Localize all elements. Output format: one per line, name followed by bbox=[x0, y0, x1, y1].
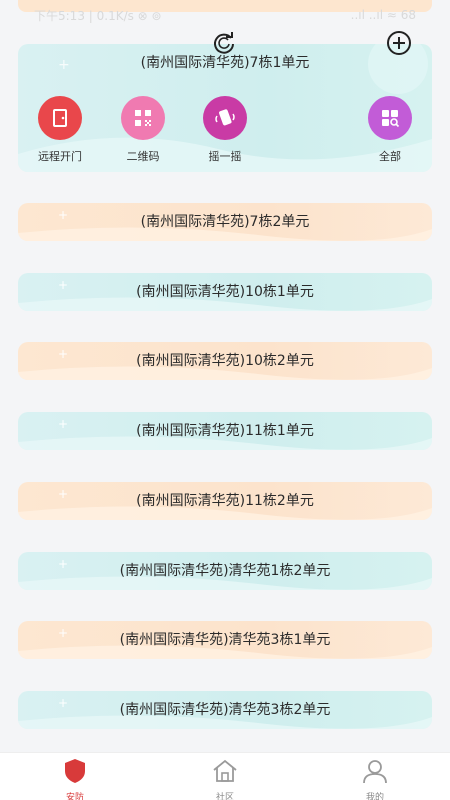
home-icon bbox=[213, 759, 237, 782]
unit-title: (南州国际清华苑)10栋1单元 bbox=[136, 284, 314, 300]
unit-title: (南州国际清华苑)清华苑3栋1单元 bbox=[119, 632, 331, 648]
unit-card[interactable]: + (南州国际清华苑)7栋2单元 bbox=[18, 203, 432, 241]
status-left: 下午5:13 | 0.1K/s ⊗ ⊚ bbox=[34, 8, 162, 23]
all-button[interactable]: 全部 bbox=[355, 96, 425, 164]
qrcode-icon bbox=[121, 96, 165, 140]
unit-card[interactable]: + (南州国际清华苑)11栋1单元 bbox=[18, 412, 432, 450]
unit-card[interactable]: + (南州国际清华苑)11栋2单元 bbox=[18, 482, 432, 520]
refresh-icon[interactable] bbox=[210, 29, 238, 57]
unit-card[interactable]: + (南州国际清华苑)清华苑3栋1单元 bbox=[18, 621, 432, 659]
quick-actions: 远程开门 二维码 摇一摇 全部 bbox=[18, 96, 432, 166]
tab-community[interactable]: 社区 bbox=[150, 753, 300, 800]
user-icon bbox=[363, 760, 387, 784]
unit-title: (南州国际清华苑)清华苑1栋2单元 bbox=[119, 563, 331, 579]
main-unit-card[interactable]: + (南州国际清华苑)7栋1单元 远程开门 二维码 摇一摇 全部 bbox=[18, 44, 432, 172]
shake-label: 摇一摇 bbox=[208, 150, 242, 163]
unit-card[interactable]: + (南州国际清华苑)10栋1单元 bbox=[18, 273, 432, 311]
status-bar: 下午5:13 | 0.1K/s ⊗ ⊚ ..ıl ..ıl ≈ 68 bbox=[0, 0, 450, 30]
all-label: 全部 bbox=[379, 150, 401, 163]
grid-icon bbox=[368, 96, 412, 140]
unit-title: (南州国际清华苑)11栋2单元 bbox=[136, 493, 314, 509]
unit-title: (南州国际清华苑)清华苑3栋2单元 bbox=[119, 702, 331, 718]
bottom-tab-bar: 安防 社区 我的 bbox=[0, 752, 450, 800]
unit-title: (南州国际清华苑)10栋2单元 bbox=[136, 353, 314, 369]
shake-icon bbox=[203, 96, 247, 140]
unit-card[interactable]: + (南州国际清华苑)10栋2单元 bbox=[18, 342, 432, 380]
remote-open-label: 远程开门 bbox=[38, 150, 82, 163]
qrcode-button[interactable]: 二维码 bbox=[108, 96, 178, 164]
tab-mine-label: 我的 bbox=[365, 793, 384, 800]
qrcode-label: 二维码 bbox=[126, 150, 160, 163]
tab-mine[interactable]: 我的 bbox=[300, 753, 450, 800]
tab-community-label: 社区 bbox=[215, 793, 234, 800]
unit-card[interactable]: + (南州国际清华苑)清华苑1栋2单元 bbox=[18, 552, 432, 590]
tab-security-label: 安防 bbox=[65, 793, 84, 800]
status-right: ..ıl ..ıl ≈ 68 bbox=[350, 8, 416, 22]
shake-button[interactable]: 摇一摇 bbox=[190, 96, 260, 164]
tab-security[interactable]: 安防 bbox=[0, 753, 150, 800]
shield-icon bbox=[65, 759, 85, 783]
unit-card[interactable]: + (南州国际清华苑)清华苑3栋2单元 bbox=[18, 691, 432, 729]
door-icon bbox=[38, 96, 82, 140]
plus-circle-icon[interactable] bbox=[385, 29, 413, 57]
unit-title: (南州国际清华苑)7栋2单元 bbox=[140, 214, 310, 230]
unit-title: (南州国际清华苑)11栋1单元 bbox=[136, 423, 314, 439]
remote-open-button[interactable]: 远程开门 bbox=[25, 96, 95, 164]
